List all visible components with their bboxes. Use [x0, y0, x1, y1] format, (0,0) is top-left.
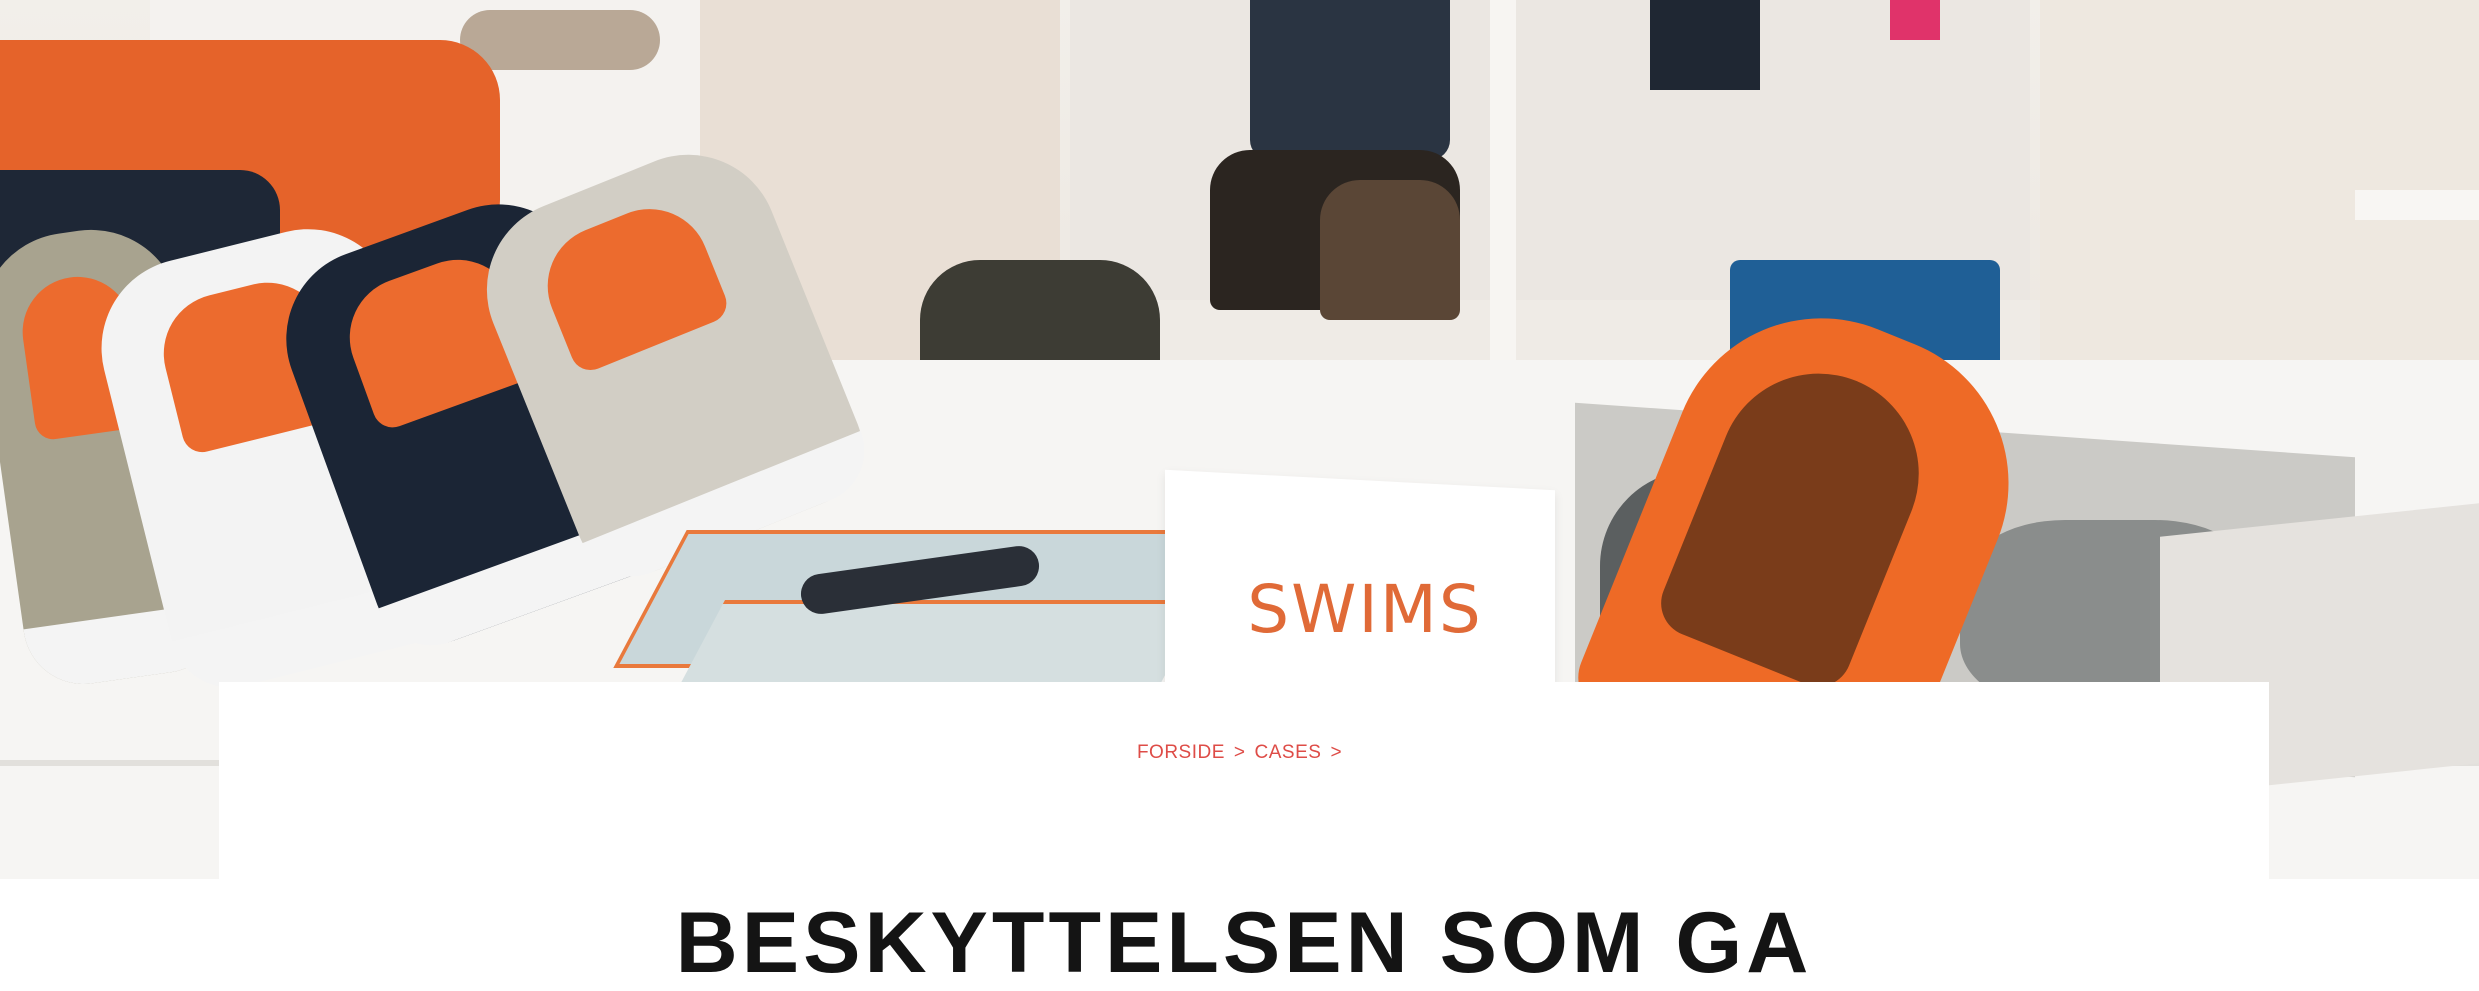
- shelf-shoe: [460, 10, 660, 70]
- page-title: BESKYTTELSEN SOM GA: [675, 894, 1813, 991]
- content-card: FORSIDE > CASES > BESKYTTELSEN SOM GA: [219, 682, 2269, 986]
- breadcrumb-separator: >: [1330, 742, 1343, 763]
- brochure: [675, 600, 1205, 694]
- boots: [1320, 180, 1460, 320]
- hanging-clothes: [1890, 0, 1940, 40]
- hanging-clothes: [1650, 0, 1760, 90]
- breadcrumb-link-cases[interactable]: CASES: [1255, 742, 1322, 763]
- breadcrumb-link-forside[interactable]: FORSIDE: [1137, 742, 1225, 763]
- shelf-board: [2355, 190, 2479, 220]
- breadcrumb-separator: >: [1233, 742, 1246, 763]
- rack-post: [1490, 0, 1516, 420]
- swims-logo: SWIMS: [1247, 571, 1483, 648]
- hanging-clothes: [1250, 0, 1450, 160]
- breadcrumb: FORSIDE > CASES >: [219, 742, 2269, 764]
